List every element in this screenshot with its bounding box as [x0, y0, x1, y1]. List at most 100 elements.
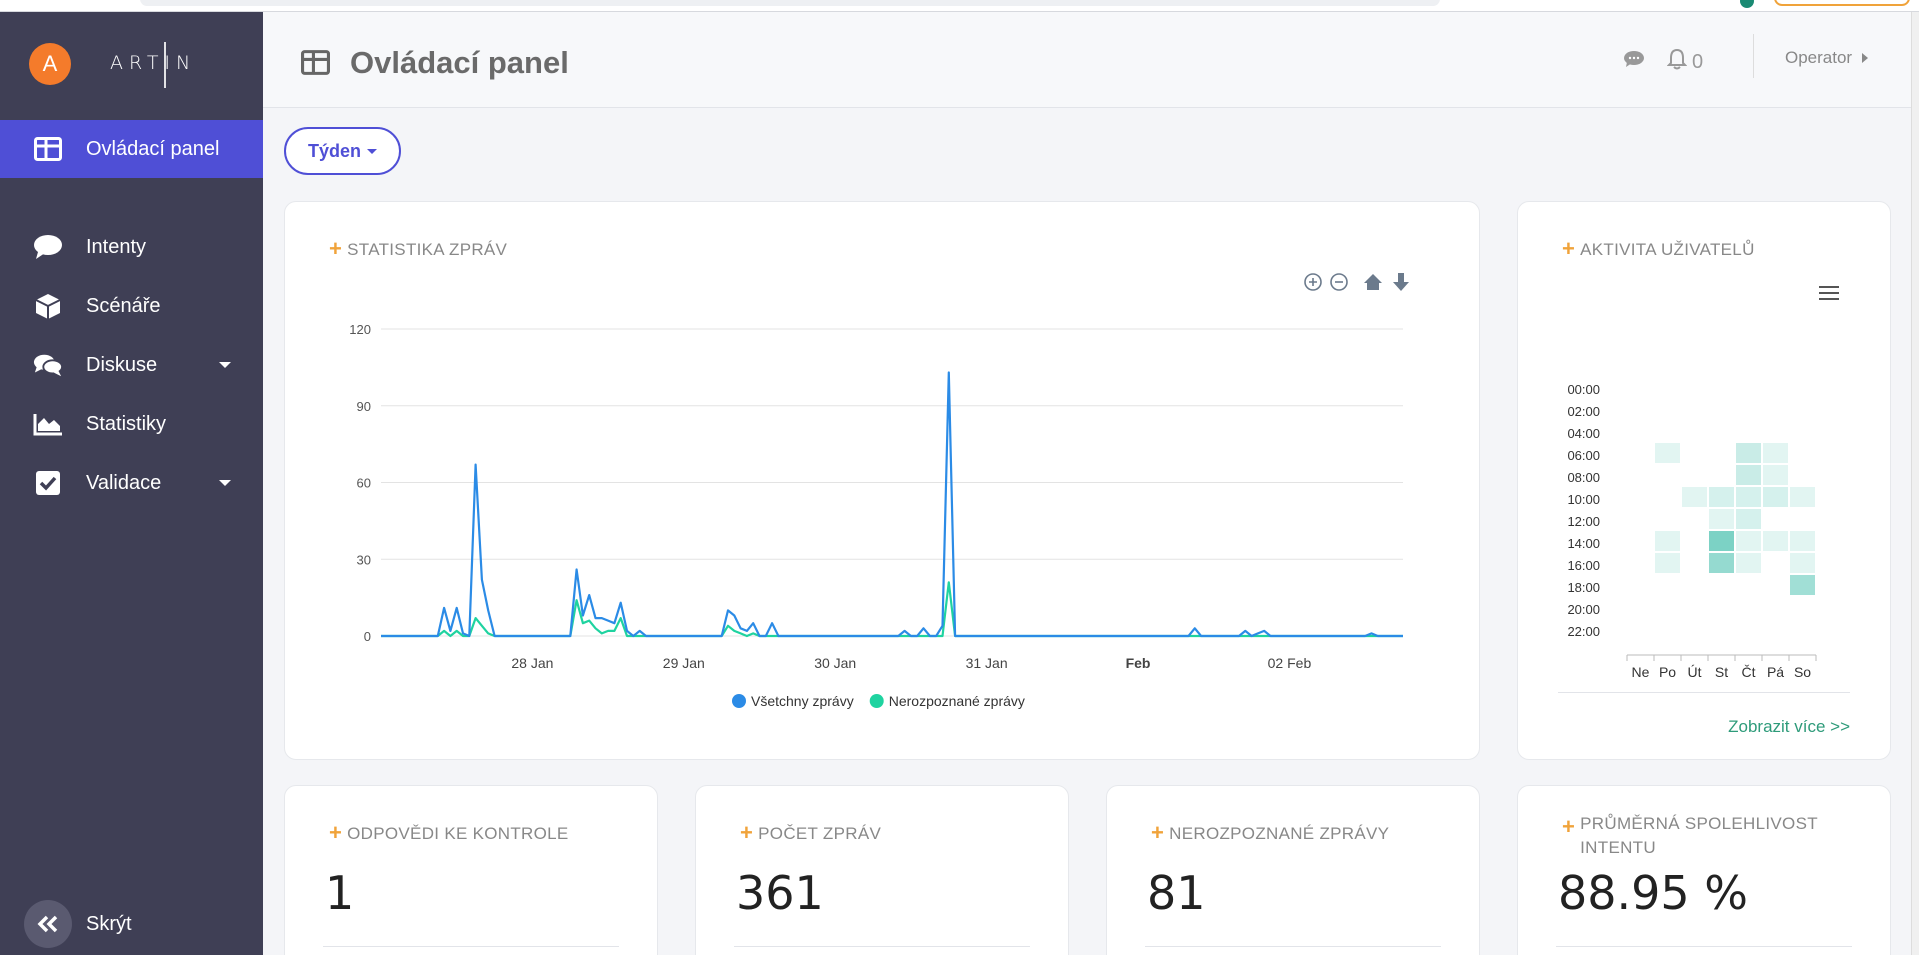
- legend-label: Nerozpoznané zprávy: [889, 693, 1025, 709]
- heatmap-column-label: St: [1715, 664, 1728, 680]
- plus-icon: +: [329, 236, 343, 261]
- heatmap-cell: [1790, 553, 1815, 573]
- chat-icon[interactable]: [1623, 50, 1645, 74]
- divider: [323, 946, 619, 947]
- heatmap-row-label: 08:00: [1567, 470, 1600, 485]
- browser-extension-pill[interactable]: [1774, 0, 1910, 6]
- heatmap-row-label: 22:00: [1567, 624, 1600, 639]
- plus-icon: +: [1151, 820, 1165, 845]
- plus-icon: +: [329, 820, 343, 845]
- avatar[interactable]: A: [29, 43, 71, 85]
- heatmap-row-label: 12:00: [1567, 514, 1600, 529]
- activity-heatmap: 00:00 02:00 04:00 06:00 08:00 10:00 12:00 14:00…: [1567, 382, 1817, 680]
- browser-chrome-strip: [0, 0, 1919, 12]
- heatmap-cell: [1763, 531, 1788, 551]
- sidebar-item-label: Scénáře: [86, 294, 161, 317]
- x-tick-label: 29 Jan: [663, 655, 705, 671]
- heatmap-row-label: 20:00: [1567, 602, 1600, 617]
- kpi-card-message-count: + POČET ZPRÁV 361: [695, 785, 1069, 955]
- sidebar-item-intents[interactable]: Intenty: [0, 218, 263, 276]
- page-title: Ovládací panel: [350, 45, 569, 80]
- header-divider: [1753, 34, 1754, 78]
- hide-sidebar-button[interactable]: Skrýt: [24, 899, 224, 949]
- heatmap-cell: [1790, 531, 1815, 551]
- series-line: [381, 371, 1403, 638]
- heatmap-cell: [1682, 487, 1707, 507]
- divider: [1145, 946, 1441, 947]
- x-tick-label: 28 Jan: [511, 655, 553, 671]
- heatmap-column-label: Ne: [1632, 664, 1650, 680]
- plus-icon: +: [1562, 236, 1576, 261]
- user-activity-card: + AKTIVITA UŽIVATELŮ 00:00 02:00 04:00 06:0…: [1517, 201, 1891, 760]
- y-tick-label: 30: [357, 552, 371, 567]
- double-chevron-left-icon: [24, 900, 72, 948]
- sidebar-item-label: Ovládací panel: [86, 137, 220, 160]
- download-icon[interactable]: [1393, 273, 1409, 291]
- card-title-text: ODPOVĚDI KE KONTROLE: [347, 824, 569, 843]
- checkbox-icon: [33, 468, 63, 498]
- card-title: + ODPOVĚDI KE KONTROLE: [329, 820, 569, 845]
- top-bar: Ovládací panel 0 Operator: [263, 12, 1919, 108]
- header-actions: 0: [1623, 48, 1703, 76]
- zoom-out-icon[interactable]: [1330, 273, 1348, 291]
- card-title: + NEROZPOZNANÉ ZPRÁVY: [1151, 820, 1389, 845]
- heatmap-column-label: Pá: [1767, 664, 1784, 680]
- heatmap-cell: [1709, 531, 1734, 551]
- caret-down-icon: [367, 148, 377, 154]
- card-title: + AKTIVITA UŽIVATELŮ: [1562, 236, 1755, 261]
- divider: [1558, 692, 1850, 693]
- divider: [734, 946, 1030, 947]
- heatmap-cell: [1736, 443, 1761, 463]
- caret-right-icon: [1862, 53, 1869, 63]
- sidebar-item-statistics[interactable]: Statistiky: [0, 395, 263, 453]
- home-icon[interactable]: [1364, 274, 1382, 290]
- card-title-text: STATISTIKA ZPRÁV: [347, 240, 508, 259]
- heatmap-cell: [1709, 487, 1734, 507]
- sidebar-item-validation[interactable]: Validace: [0, 454, 263, 512]
- legend-marker: [869, 694, 884, 708]
- user-label: Operator: [1785, 48, 1853, 67]
- heatmap-row-label: 02:00: [1567, 404, 1600, 419]
- heatmap-cell: [1790, 575, 1815, 595]
- brand: A ARTIN: [0, 12, 263, 120]
- user-menu[interactable]: Operator: [1785, 48, 1869, 68]
- browser-profile-dot[interactable]: [1740, 0, 1754, 8]
- cube-icon: [33, 291, 63, 321]
- period-label: Týden: [307, 140, 361, 161]
- card-title: + PRŮMĚRNÁ SPOLEHLIVOST INTENTU: [1562, 812, 1842, 860]
- legend-marker: [732, 694, 746, 708]
- sidebar-item-label: Validace: [86, 471, 162, 494]
- show-more-link[interactable]: Zobrazit více >>: [1728, 717, 1850, 737]
- heatmap-column-label: Út: [1688, 664, 1702, 680]
- page-scrollbar[interactable]: [1911, 12, 1919, 955]
- y-tick-label: 120: [349, 322, 371, 337]
- card-title-text: PRŮMĚRNÁ SPOLEHLIVOST INTENTU: [1580, 814, 1818, 857]
- heatmap-row-label: 04:00: [1567, 426, 1600, 441]
- period-dropdown[interactable]: Týden: [284, 127, 401, 175]
- kpi-value: 81: [1147, 866, 1206, 920]
- sidebar-item-scenarios[interactable]: Scénáře: [0, 277, 263, 335]
- heatmap-cell: [1655, 553, 1680, 573]
- bell-icon[interactable]: [1666, 48, 1688, 76]
- heatmap-cell: [1736, 465, 1761, 485]
- sidebar-item-dashboard[interactable]: Ovládací panel: [0, 120, 263, 178]
- address-bar[interactable]: [140, 0, 1440, 6]
- y-tick-label: 90: [357, 399, 371, 414]
- hide-sidebar-label: Skrýt: [86, 912, 132, 935]
- sidebar: A ARTIN Ovládací panel Intenty Scénáře D…: [0, 12, 263, 955]
- message-line-chart: 0 30 60 90 120 28 Jan 29 Jan 30 Jan 31 Jan Feb 02…: [349, 273, 1409, 709]
- sidebar-item-discussions[interactable]: Diskuse: [0, 336, 263, 394]
- heatmap-column-label: So: [1794, 664, 1811, 680]
- heatmap-cell: [1736, 553, 1761, 573]
- chevron-down-icon: [219, 480, 231, 486]
- heatmap-cell: [1763, 465, 1788, 485]
- heatmap-cell: [1736, 509, 1761, 529]
- heatmap-cell: [1790, 487, 1815, 507]
- zoom-in-icon[interactable]: [1304, 273, 1322, 291]
- y-tick-label: 0: [364, 629, 371, 644]
- heatmap-cell: [1736, 531, 1761, 551]
- heatmap-row-label: 16:00: [1567, 558, 1600, 573]
- divider: [1556, 946, 1852, 947]
- heatmap-row-label: 14:00: [1567, 536, 1600, 551]
- heatmap-cell: [1655, 443, 1680, 463]
